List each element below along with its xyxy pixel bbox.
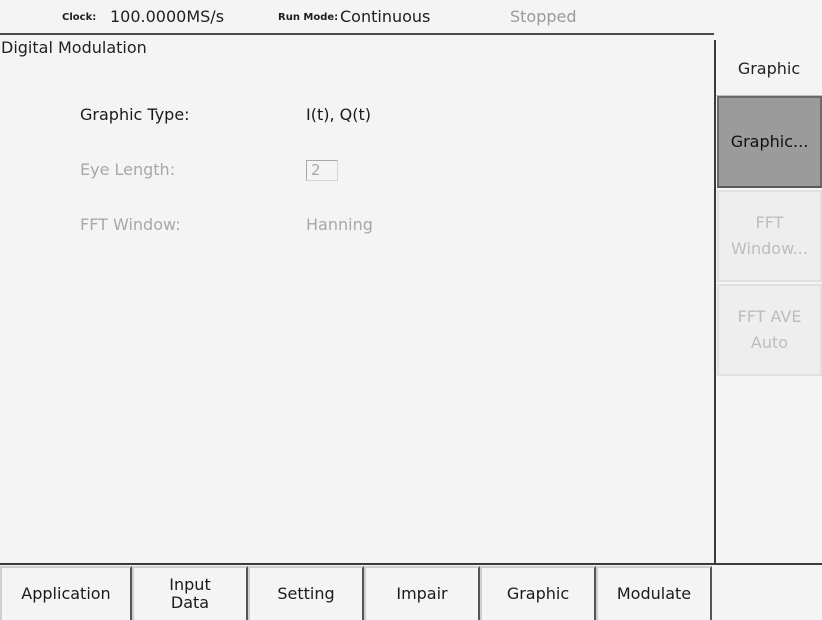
tab-application[interactable]: Application — [0, 566, 132, 620]
clock-value: 100.0000MS/s — [110, 7, 225, 26]
tab-graphic[interactable]: Graphic — [480, 566, 596, 620]
bottom-divider — [0, 563, 822, 565]
run-mode-value: Continuous — [340, 7, 431, 26]
tab-modulate[interactable]: Modulate — [596, 566, 712, 620]
fft-ave-button-line2: Auto — [750, 333, 789, 352]
graphic-type-button-label: Graphic... — [730, 132, 809, 151]
tab-input-data-line2: Data — [170, 593, 210, 612]
tab-impair[interactable]: Impair — [364, 566, 480, 620]
fft-window-button-line2: Window... — [731, 239, 808, 258]
tab-setting-label: Setting — [277, 584, 335, 603]
status-bar: Clock: 100.0000MS/s Run Mode: Continuous… — [0, 0, 822, 34]
fft-window-button-line1: FFT — [755, 213, 784, 232]
tab-input-data-line1: Input — [169, 575, 211, 594]
eye-length-field[interactable]: 2 — [306, 160, 338, 181]
fft-ave-button[interactable]: FFT AVE Auto — [717, 284, 822, 376]
tab-graphic-label: Graphic — [506, 584, 570, 603]
eye-length-label: Eye Length: — [80, 160, 176, 179]
tab-application-label: Application — [21, 584, 111, 603]
clock-label: Clock: — [62, 12, 97, 23]
run-mode-label: Run Mode: — [278, 12, 339, 23]
fft-window-value[interactable]: Hanning — [306, 215, 373, 234]
fft-window-label: FFT Window: — [80, 215, 181, 234]
tab-modulate-label: Modulate — [616, 584, 692, 603]
page-title: Digital Modulation — [1, 38, 147, 57]
graphic-type-button[interactable]: Graphic... — [717, 96, 822, 188]
tab-input-data[interactable]: Input Data — [132, 566, 248, 620]
tab-setting[interactable]: Setting — [248, 566, 364, 620]
side-menu-title: Graphic — [716, 40, 822, 96]
fft-window-button[interactable]: FFT Window... — [717, 190, 822, 282]
graphic-type-label: Graphic Type: — [80, 105, 190, 124]
fft-ave-button-line1: FFT AVE — [737, 307, 802, 326]
graphic-type-value[interactable]: I(t), Q(t) — [306, 105, 371, 124]
run-state: Stopped — [510, 7, 577, 26]
side-menu: Graphic Graphic... FFT Window... FFT AVE… — [714, 40, 822, 563]
main-panel: Digital Modulation Graphic Type: I(t), Q… — [0, 35, 714, 563]
tab-impair-label: Impair — [396, 584, 448, 603]
